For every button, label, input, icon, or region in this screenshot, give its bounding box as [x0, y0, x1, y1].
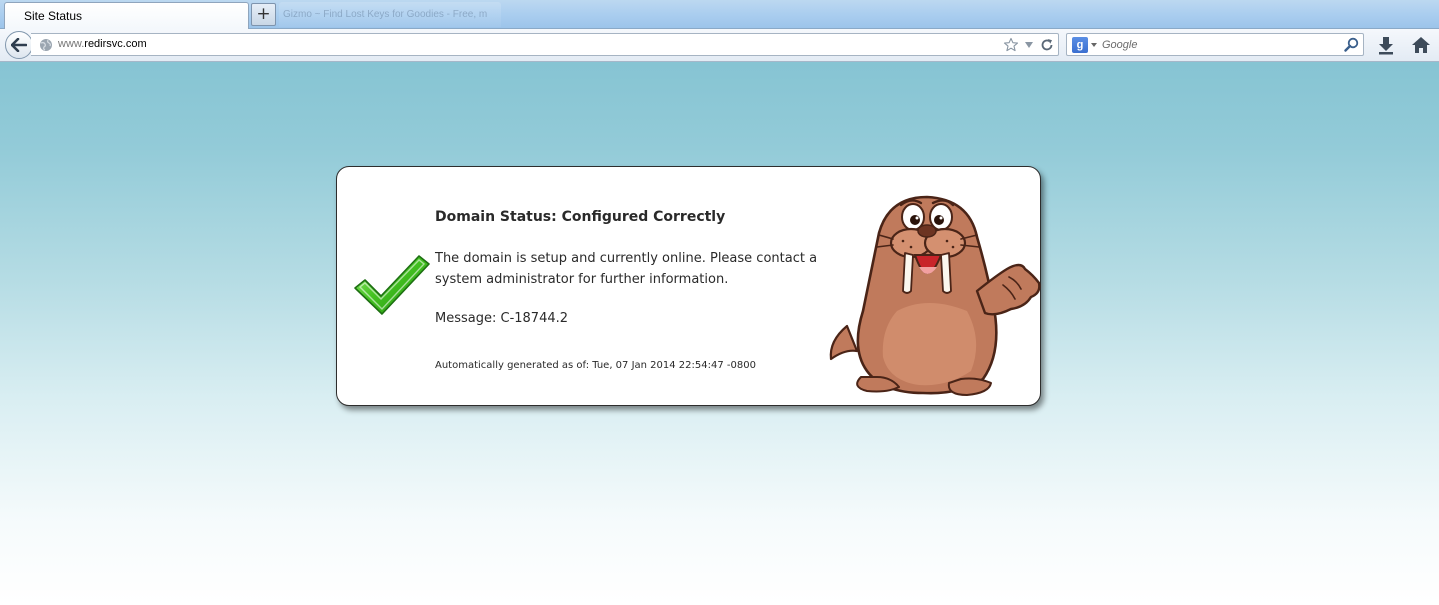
search-input[interactable] [1102, 36, 1337, 53]
download-arrow-icon[interactable] [1376, 36, 1396, 56]
status-message: Message: C-18744.2 [435, 311, 569, 326]
google-icon[interactable]: g [1072, 37, 1088, 53]
navigation-toolbar: www.redirsvc.com g [0, 29, 1439, 62]
home-icon[interactable] [1410, 35, 1432, 55]
new-tab-button[interactable]: + [251, 3, 276, 26]
background-tab-title: Gizmo ~ Find Lost Keys for Goodies - Fre… [283, 9, 488, 20]
tab-title: Site Status [24, 9, 83, 23]
url-host: redirsvc.com [84, 38, 147, 50]
status-description: The domain is setup and currently online… [435, 251, 818, 287]
status-title: Domain Status: Configured Correctly [435, 209, 726, 225]
domain-status-card: Domain Status: Configured Correctly The … [336, 166, 1041, 406]
search-bar[interactable]: g [1066, 33, 1364, 56]
dropmarker-icon[interactable] [1024, 41, 1034, 49]
url-prefix: www. [58, 38, 85, 50]
back-arrow-icon [11, 38, 27, 52]
background-tab[interactable]: Gizmo ~ Find Lost Keys for Goodies - Fre… [279, 2, 501, 27]
generated-timestamp: Automatically generated as of: Tue, 07 J… [435, 360, 756, 371]
globe-icon [40, 39, 52, 51]
reload-icon[interactable] [1040, 38, 1054, 52]
url-text[interactable]: www.redirsvc.com [58, 38, 147, 50]
magnifier-icon[interactable] [1344, 37, 1359, 52]
tab-strip: Site Status + Gizmo ~ Find Lost Keys for… [0, 0, 1439, 29]
walrus-mascot [829, 195, 1041, 396]
engine-dropdown-icon[interactable] [1091, 43, 1097, 47]
url-bar[interactable]: www.redirsvc.com [31, 33, 1059, 56]
tab-site-status[interactable]: Site Status [4, 2, 249, 29]
green-checkmark-icon [354, 255, 430, 315]
star-icon[interactable] [1003, 37, 1019, 53]
page-content: Domain Status: Configured Correctly The … [0, 62, 1439, 605]
back-button[interactable] [5, 31, 33, 59]
